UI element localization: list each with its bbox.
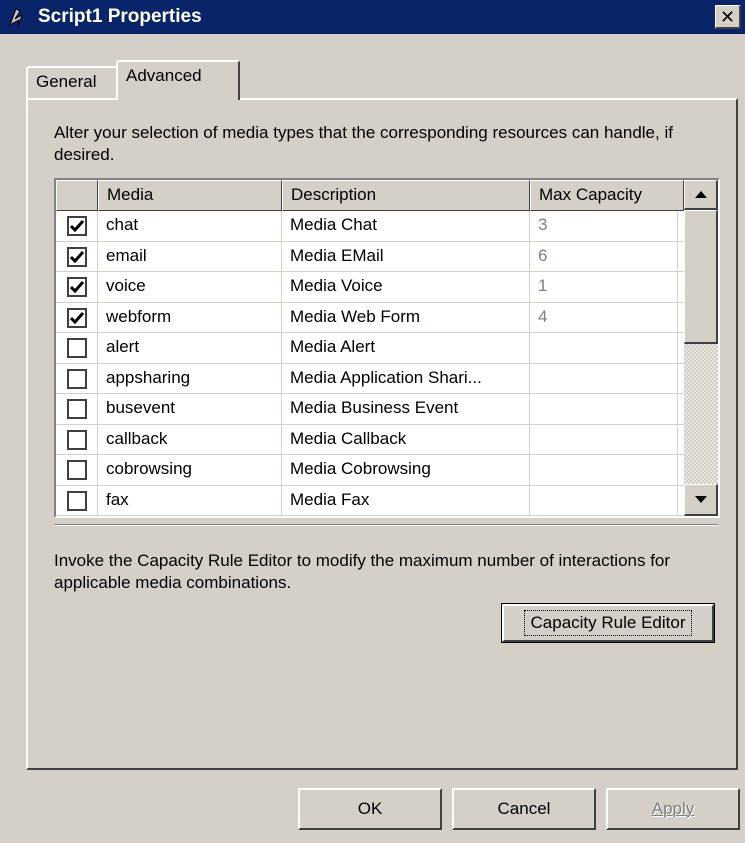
grid-cell-max-capacity[interactable] xyxy=(530,424,678,455)
script-icon xyxy=(8,8,23,28)
tab-advanced-label: Advanced xyxy=(126,66,202,85)
grid-row[interactable]: busevent Media Business Event xyxy=(56,394,686,425)
grid-row[interactable]: voice Media Voice 1 xyxy=(56,272,686,303)
grid-cell-check xyxy=(56,272,98,302)
scroll-up-button[interactable] xyxy=(684,180,718,210)
grid-cell-check xyxy=(56,485,98,516)
grid-cell-media[interactable]: busevent xyxy=(98,394,282,424)
apply-label: Apply xyxy=(651,799,695,818)
arrow-down-icon xyxy=(694,496,707,503)
grid-cell-media[interactable]: voice xyxy=(98,272,282,302)
grid-row[interactable]: email Media EMail 6 xyxy=(56,241,686,272)
grid-cell-description[interactable]: Media EMail xyxy=(282,241,530,272)
grid-cell-check xyxy=(56,363,98,394)
header-check-column[interactable] xyxy=(56,180,98,211)
header-media[interactable]: Media xyxy=(98,180,282,211)
grid-rows: chat Media Chat 3 email Media EMail 6 voice Med… xyxy=(56,211,686,516)
grid-cell-max-capacity[interactable] xyxy=(530,333,678,363)
checkmark-icon xyxy=(69,220,84,232)
checkbox-checked[interactable] xyxy=(66,246,87,267)
grid-cell-check xyxy=(56,302,98,333)
tab-advanced[interactable]: Advanced xyxy=(116,60,240,100)
header-description[interactable]: Description xyxy=(282,180,530,211)
grid-row[interactable]: cobrowsing Media Cobrowsing xyxy=(56,455,686,486)
grid-cell-max-capacity[interactable] xyxy=(530,485,678,516)
grid-cell-check xyxy=(56,241,98,272)
checkmark-icon xyxy=(69,311,84,324)
grid-cell-max-capacity[interactable] xyxy=(530,394,678,424)
grid-cell-media[interactable]: fax xyxy=(98,485,282,516)
scroll-down-button[interactable] xyxy=(684,484,718,516)
close-icon: ✕ xyxy=(719,6,736,27)
grid-row[interactable]: callback Media Callback xyxy=(56,424,686,455)
apply-button[interactable]: Apply xyxy=(606,788,740,830)
grid-cell-media[interactable]: webform xyxy=(98,302,282,333)
grid-cell-max-capacity[interactable] xyxy=(530,455,678,485)
grid-row[interactable]: appsharing Media Application Shari... xyxy=(56,363,686,394)
header-max-capacity[interactable]: Max Capacity xyxy=(530,180,684,211)
capacity-rule-text: Invoke the Capacity Rule Editor to modif… xyxy=(54,551,671,592)
grid-cell-media[interactable]: callback xyxy=(98,424,282,455)
checkbox-unchecked[interactable] xyxy=(66,460,87,480)
grid-cell-max-capacity[interactable]: 1 xyxy=(530,272,678,302)
grid-cell-description[interactable]: Media Web Form xyxy=(282,302,530,333)
intro-text: Alter your selection of media types that… xyxy=(54,123,673,164)
grid-cell-description[interactable]: Media Business Event xyxy=(282,394,530,424)
checkbox-unchecked[interactable] xyxy=(66,399,87,419)
ok-label: OK xyxy=(357,799,383,818)
checkbox-unchecked[interactable] xyxy=(66,368,87,389)
grid-cell-media[interactable]: email xyxy=(98,241,282,272)
window-title: Script1 Properties xyxy=(38,6,202,27)
checkmark-icon xyxy=(69,281,84,293)
capacity-rule-editor-button[interactable]: Capacity Rule Editor xyxy=(501,603,715,643)
grid-cell-check xyxy=(56,455,98,485)
grid-cell-check xyxy=(56,394,98,424)
grid-row[interactable]: webform Media Web Form 4 xyxy=(56,302,686,333)
checkbox-checked[interactable] xyxy=(66,307,87,328)
grid-cell-description[interactable]: Media Cobrowsing xyxy=(282,455,530,485)
advanced-tab-panel: Alter your selection of media types that… xyxy=(26,98,738,770)
grid-cell-max-capacity[interactable] xyxy=(530,363,678,394)
grid-cell-media[interactable]: cobrowsing xyxy=(98,455,282,485)
grid-cell-description[interactable]: Media Fax xyxy=(282,485,530,516)
grid-cell-description[interactable]: Media Alert xyxy=(282,333,530,363)
ok-button[interactable]: OK xyxy=(298,788,442,830)
grid-cell-description[interactable]: Media Voice xyxy=(282,272,530,302)
checkbox-unchecked[interactable] xyxy=(66,429,87,450)
checkbox-unchecked[interactable] xyxy=(66,338,87,358)
checkbox-checked[interactable] xyxy=(66,216,87,236)
cancel-label: Cancel xyxy=(497,799,551,818)
divider xyxy=(54,524,718,526)
grid-cell-max-capacity[interactable]: 3 xyxy=(530,211,678,241)
grid-cell-check xyxy=(56,333,98,363)
arrow-up-icon xyxy=(694,191,707,198)
grid-cell-description[interactable]: Media Application Shari... xyxy=(282,363,530,394)
tab-general[interactable]: General xyxy=(26,66,118,98)
grid-cell-description[interactable]: Media Chat xyxy=(282,211,530,241)
grid-cell-max-capacity[interactable]: 6 xyxy=(530,241,678,272)
grid-row[interactable]: alert Media Alert xyxy=(56,333,686,364)
grid-cell-media[interactable]: appsharing xyxy=(98,363,282,394)
media-grid: Media Description Max Capacity chat Media… xyxy=(54,178,720,518)
grid-cell-check xyxy=(56,424,98,455)
tab-general-label: General xyxy=(36,72,97,91)
checkbox-checked[interactable] xyxy=(66,277,87,297)
scroll-thumb[interactable] xyxy=(684,210,718,344)
grid-cell-media[interactable]: alert xyxy=(98,333,282,363)
grid-cell-max-capacity[interactable]: 4 xyxy=(530,302,678,333)
title-bar: Script1 Properties ✕ xyxy=(0,0,745,34)
grid-cell-check xyxy=(56,211,98,241)
grid-cell-description[interactable]: Media Callback xyxy=(282,424,530,455)
vertical-scrollbar[interactable] xyxy=(684,180,718,516)
close-button[interactable]: ✕ xyxy=(715,5,741,29)
grid-cell-media[interactable]: chat xyxy=(98,211,282,241)
capacity-rule-editor-label: Capacity Rule Editor xyxy=(523,610,693,636)
cancel-button[interactable]: Cancel xyxy=(452,788,596,830)
grid-row[interactable]: fax Media Fax xyxy=(56,485,686,516)
checkmark-icon xyxy=(69,250,84,263)
grid-row[interactable]: chat Media Chat 3 xyxy=(56,211,686,242)
checkbox-unchecked[interactable] xyxy=(66,490,87,511)
